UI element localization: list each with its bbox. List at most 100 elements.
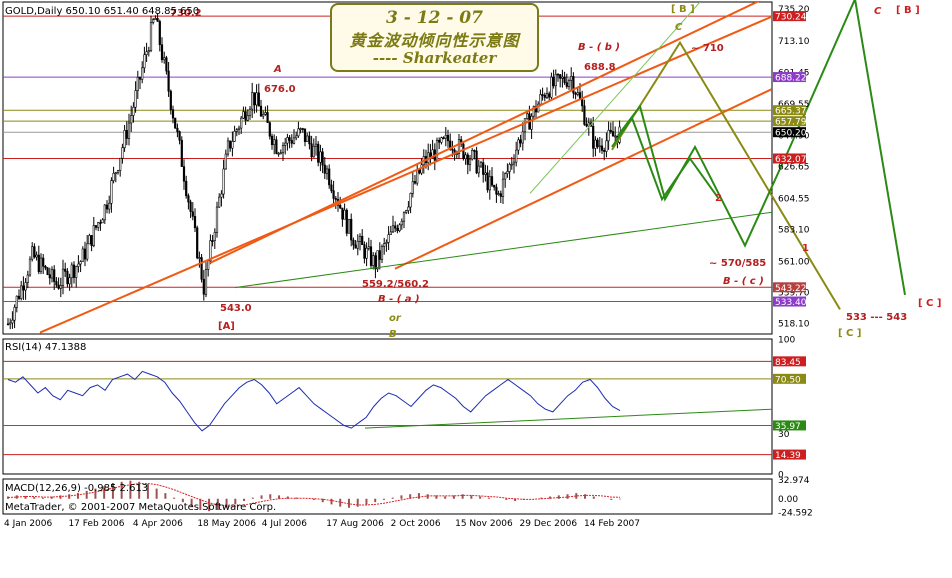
candle-body	[180, 139, 183, 167]
candle-body	[20, 285, 23, 299]
candle-body	[394, 225, 397, 229]
copyright-text: MetaTrader, © 2001-2007 MetaQuotes Softw…	[5, 502, 276, 513]
candle-body	[361, 235, 364, 246]
candle-body	[134, 90, 137, 108]
candle-body	[563, 76, 566, 83]
candle-body	[306, 135, 309, 142]
candle-body	[523, 118, 527, 133]
price-tag-label: 688.22	[775, 74, 807, 84]
candle-body	[255, 92, 258, 106]
candle-body	[189, 201, 192, 213]
price-axis: 735.20713.10691.45669.55647.90626.65604.…	[773, 5, 813, 519]
candle-body	[182, 166, 186, 182]
candle-body	[101, 219, 104, 224]
y-tick-label: 518.10	[778, 320, 810, 330]
candle-body	[383, 243, 386, 247]
candle-body	[367, 246, 370, 249]
candle-body	[77, 263, 80, 267]
candle-body	[17, 295, 21, 299]
price-tag-label: 730.24	[775, 13, 807, 23]
candle-body	[103, 204, 106, 221]
candle-body	[409, 193, 412, 208]
macd-tick-label: 32.974	[778, 476, 810, 486]
candle-body	[402, 212, 406, 222]
candle-body	[178, 131, 181, 141]
candle-body	[541, 94, 544, 96]
candle-body	[143, 54, 146, 69]
chart-window: 735.20713.10691.45669.55647.90626.65604.…	[0, 0, 952, 574]
candle-body	[323, 164, 326, 174]
candle-body	[48, 274, 51, 279]
candle-body	[86, 243, 89, 260]
candle-body	[57, 284, 60, 289]
candle-body	[501, 178, 505, 197]
candle-body	[141, 67, 144, 80]
candle-body	[297, 128, 300, 137]
candle-body	[171, 109, 175, 119]
candle-body	[268, 122, 271, 137]
x-tick-label: 15 Nov 2006	[455, 519, 513, 529]
candle-body	[418, 169, 421, 174]
candle-body	[59, 285, 62, 289]
candle-body	[273, 139, 276, 146]
candle-body	[262, 114, 265, 117]
green-wave-2	[617, 0, 906, 296]
candle-body	[464, 154, 467, 160]
candle-body	[310, 143, 313, 158]
wave-label: or	[389, 313, 402, 324]
candle-body	[130, 115, 133, 124]
candle-body	[26, 274, 29, 283]
candle-body	[33, 246, 36, 258]
candle-body	[44, 266, 47, 269]
candle-body	[218, 196, 221, 208]
macd-tick-label: 0.00	[778, 495, 798, 505]
candle-body	[603, 150, 606, 152]
candle-body	[317, 143, 320, 163]
candle-body	[339, 205, 342, 209]
candle-body	[477, 165, 480, 174]
candle-body	[493, 184, 496, 188]
wave-label: B	[389, 329, 397, 340]
candle-body	[556, 73, 560, 76]
candle-body	[380, 246, 384, 260]
candle-body	[301, 128, 304, 130]
candle-body	[204, 269, 208, 295]
candle-body	[374, 255, 377, 270]
wave-label: 1	[802, 243, 809, 254]
rsi-tick-label: 83.45	[775, 358, 801, 368]
candle-body	[275, 139, 278, 154]
candle-body	[28, 258, 32, 276]
candle-body	[24, 282, 27, 291]
candle-body	[281, 145, 285, 154]
candle-body	[257, 92, 260, 107]
candle-body	[125, 130, 128, 139]
candle-body	[75, 266, 78, 278]
candle-body	[543, 94, 546, 98]
candle-body	[248, 108, 252, 116]
candle-body	[50, 269, 54, 279]
candle-body	[37, 254, 40, 273]
candle-body	[515, 149, 518, 163]
candle-body	[64, 268, 67, 272]
candle-body	[587, 122, 590, 127]
wave-label: A	[273, 64, 282, 75]
x-tick-label: 14 Feb 2007	[584, 519, 640, 529]
candle-body	[42, 257, 45, 267]
candle-body	[169, 90, 172, 110]
x-tick-label: 18 May 2006	[197, 519, 256, 529]
wave-label: ~ 710	[691, 43, 724, 54]
candle-body	[350, 218, 353, 241]
candle-body	[475, 150, 478, 174]
candle-body	[231, 141, 234, 149]
candle-body	[13, 306, 16, 321]
candle-body	[581, 98, 584, 107]
candle-body	[235, 129, 238, 132]
wave-label: B - ( b )	[578, 42, 620, 53]
y-tick-label: 604.55	[778, 194, 810, 204]
candle-body	[594, 139, 597, 149]
wave-label: [A]	[218, 321, 235, 332]
macd-tick-label: -24.592	[778, 509, 813, 519]
candle-body	[68, 277, 71, 285]
support-trend-line	[234, 211, 772, 289]
candle-body	[200, 257, 203, 280]
